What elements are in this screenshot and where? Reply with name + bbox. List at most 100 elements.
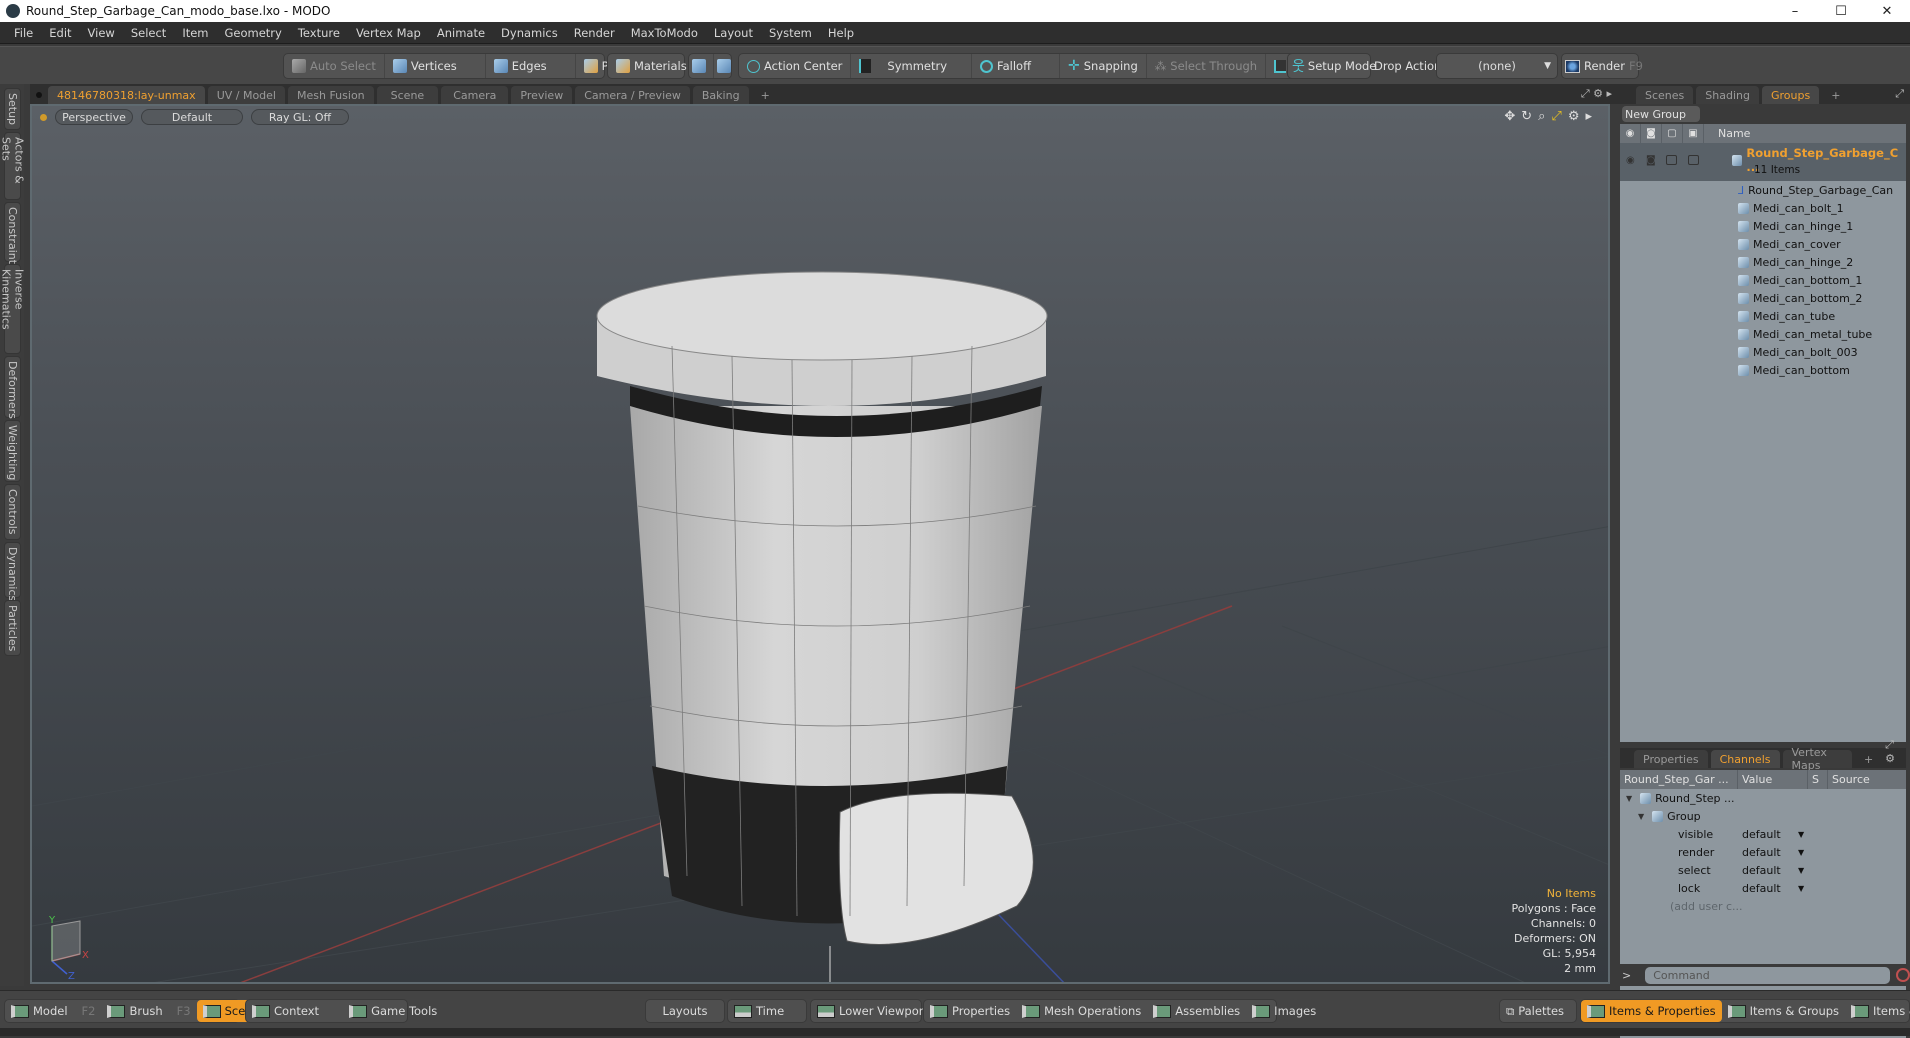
lock-column-icon[interactable]: ▣ [1683, 124, 1704, 143]
pivot-mode-button[interactable] [714, 54, 738, 78]
tab-properties[interactable]: Properties [1634, 750, 1708, 768]
channel-row[interactable]: select default ▼ [1620, 861, 1906, 879]
chevron-down-icon[interactable]: ▼ [1798, 884, 1804, 893]
shading-button[interactable]: Default [141, 109, 243, 125]
menu-edit[interactable]: Edit [41, 26, 79, 40]
vertices-button[interactable]: Vertices [385, 54, 486, 78]
add-channels-tab-button[interactable]: + [1855, 750, 1882, 768]
mode-model-button[interactable]: Model F2 [5, 1000, 101, 1022]
menu-dynamics[interactable]: Dynamics [493, 26, 566, 40]
tree-item[interactable]: Medi_can_hinge_1 [1620, 217, 1906, 235]
chevron-down-icon[interactable]: ▼ [1798, 830, 1804, 839]
add-tab-button[interactable]: + [752, 86, 779, 104]
properties-button[interactable]: Properties [924, 1000, 1016, 1022]
projection-button[interactable]: Perspective [55, 109, 133, 125]
palettes-button[interactable]: ⧉ Palettes [1499, 999, 1577, 1023]
menu-system[interactable]: System [761, 26, 820, 40]
tab-groups[interactable]: Groups [1761, 86, 1820, 104]
close-button[interactable]: ✕ [1864, 0, 1910, 22]
item-mode-button[interactable] [689, 54, 714, 78]
viewport-more-icon[interactable]: ▸ [1585, 109, 1592, 124]
expand-icon[interactable]: ▼ [1626, 794, 1632, 803]
tab-layout-unmax[interactable]: 48146780318:lay-unmax [48, 86, 205, 104]
menu-animate[interactable]: Animate [429, 26, 493, 40]
add-user-channel-row[interactable]: (add user c... [1620, 897, 1906, 915]
channel-row[interactable]: render default ▼ [1620, 843, 1906, 861]
tab-camera-preview[interactable]: Camera / Preview [575, 86, 690, 104]
tab-mesh-fusion[interactable]: Mesh Fusion [288, 86, 374, 104]
drop-action-select[interactable]: (none) ▼ [1436, 53, 1558, 79]
rotate-icon[interactable]: ↻ [1521, 109, 1532, 124]
channels-gear-icon[interactable]: ⤢ ⚙ [1885, 738, 1902, 768]
layouts-button[interactable]: Layouts [645, 999, 725, 1023]
menu-file[interactable]: File [6, 26, 41, 40]
tab-vertex-maps[interactable]: Vertex Maps [1782, 746, 1852, 772]
action-center-button[interactable]: Action Center [739, 54, 852, 78]
visibility-column-icon[interactable]: ◉ [1620, 124, 1641, 143]
images-button[interactable]: Images [1246, 1000, 1322, 1022]
menu-view[interactable]: View [80, 26, 123, 40]
col-source[interactable]: Source [1828, 770, 1904, 789]
select-column-icon[interactable]: ▢ [1662, 124, 1683, 143]
vtab-inverse-kinematics[interactable]: Inverse Kinematics [0, 264, 26, 354]
col-item[interactable]: Round_Step_Gar ... [1620, 770, 1738, 789]
channel-value[interactable]: default [1742, 882, 1781, 895]
vtab-weighting[interactable]: Weighting [4, 420, 21, 482]
expand-icon[interactable]: ▼ [1638, 812, 1644, 821]
tree-item[interactable]: Medi_can_bottom_1 [1620, 271, 1906, 289]
maximize-gear-icons[interactable]: ⤢ ⚙ ▸ [1581, 87, 1612, 101]
materials-button[interactable]: Materials [608, 54, 695, 78]
chevron-down-icon[interactable]: ▼ [1798, 848, 1804, 857]
channel-row[interactable]: lock default ▼ [1620, 879, 1906, 897]
menu-select[interactable]: Select [123, 26, 174, 40]
channel-value[interactable]: default [1742, 846, 1781, 859]
mode-brush-button[interactable]: Brush F3 [101, 1000, 196, 1022]
group-visibility-toggle[interactable]: ◉ [1626, 155, 1635, 166]
menu-vertex-map[interactable]: Vertex Map [348, 26, 429, 40]
tree-item[interactable]: Medi_can_tube [1620, 307, 1906, 325]
tree-item[interactable]: Medi_can_bolt_003 [1620, 343, 1906, 361]
menu-render[interactable]: Render [566, 26, 623, 40]
vtab-constraints[interactable]: Constraints [4, 202, 21, 270]
name-column-header[interactable]: Name [1704, 127, 1750, 140]
menu-geometry[interactable]: Geometry [217, 26, 290, 40]
setup-mode-button[interactable]: 웃 Setup Mode [1288, 54, 1380, 78]
menu-help[interactable]: Help [820, 26, 862, 40]
channel-row[interactable]: visible default ▼ [1620, 825, 1906, 843]
panel-maximize-icon[interactable]: ⤢ [1895, 87, 1904, 101]
maximize-button[interactable]: ☐ [1818, 0, 1864, 22]
game-tools-button[interactable]: Game Tools [343, 1000, 443, 1022]
channel-group-row[interactable]: ▼ Group [1620, 807, 1906, 825]
group-render-toggle[interactable]: ◙ [1646, 155, 1656, 166]
symmetry-button[interactable]: Symmetry [851, 54, 973, 78]
select-through-button[interactable]: ⁂ Select Through [1147, 54, 1267, 78]
viewport-gear-icon[interactable]: ⚙ [1568, 109, 1580, 124]
zoom-icon[interactable]: ⌕ [1538, 109, 1545, 124]
col-s[interactable]: S [1808, 770, 1828, 789]
tab-scene[interactable]: Scene [376, 86, 439, 104]
channel-value[interactable]: default [1742, 828, 1781, 841]
tree-item[interactable]: Medi_can_bottom_2 [1620, 289, 1906, 307]
tab-baking[interactable]: Baking [692, 86, 749, 104]
group-select-toggle[interactable] [1666, 155, 1677, 165]
mesh-operations-button[interactable]: Mesh Operations [1016, 1000, 1147, 1022]
menu-maxtomodo[interactable]: MaxToModo [623, 26, 706, 40]
tree-item[interactable]: Medi_can_bottom [1620, 361, 1906, 379]
minimize-button[interactable]: – [1772, 0, 1818, 22]
channel-value[interactable]: default [1742, 864, 1781, 877]
vtab-dynamics[interactable]: Dynamics [4, 542, 21, 601]
vtab-setup[interactable]: Setup [4, 88, 21, 130]
lower-viewports-button[interactable]: Lower Viewports [810, 999, 934, 1023]
tab-preview[interactable]: Preview [511, 86, 573, 104]
group-lock-toggle[interactable] [1688, 155, 1699, 165]
new-group-button[interactable]: New Group [1622, 106, 1700, 122]
tab-camera[interactable]: Camera [441, 86, 509, 104]
tree-item[interactable]: Medi_can_metal_tube [1620, 325, 1906, 343]
add-panel-tab-button[interactable]: + [1822, 86, 1849, 104]
falloff-button[interactable]: Falloff [972, 54, 1060, 78]
tab-uv-model[interactable]: UV / Model [207, 86, 285, 104]
auto-select-button[interactable]: Auto Select [284, 54, 385, 78]
tree-item[interactable]: Medi_can_hinge_2 [1620, 253, 1906, 271]
fit-icon[interactable]: ⤢ [1551, 109, 1561, 124]
items-shading-button[interactable]: Items & Shading [1845, 1000, 1910, 1022]
